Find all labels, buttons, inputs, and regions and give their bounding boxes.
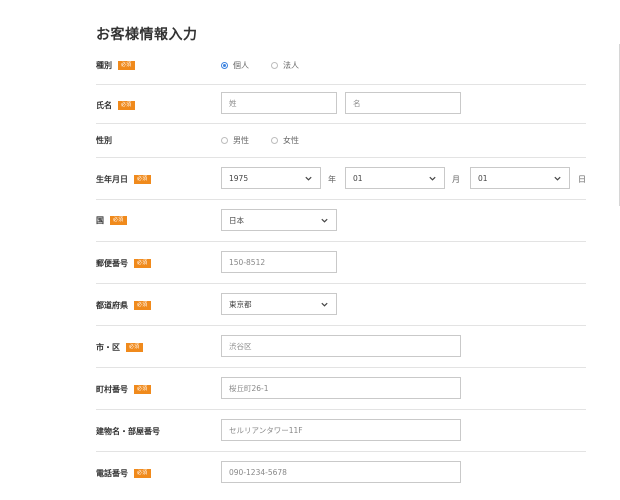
prefecture-select[interactable]: 東京都 (221, 293, 337, 315)
required-badge: 必須 (134, 259, 151, 268)
type-radio-corporate[interactable]: 法人 (271, 60, 299, 71)
required-badge: 必須 (134, 175, 151, 184)
birth-year-select[interactable]: 1975 (221, 167, 321, 189)
phone-input[interactable]: 090-1234-5678 (221, 461, 461, 483)
phone-label: 電話番号 (96, 469, 128, 478)
row-gender: 性別 男性 女性 (96, 124, 586, 158)
type-radio-group: 個人 法人 (221, 60, 299, 71)
country-label-wrap: 国 必須 (96, 215, 127, 226)
building-label: 建物名・部屋番号 (96, 427, 160, 436)
radio-selected-icon (221, 62, 228, 69)
city-input[interactable]: 渋谷区 (221, 335, 461, 357)
chevron-down-icon (305, 176, 312, 181)
required-badge: 必須 (110, 216, 127, 225)
row-birthdate: 生年月日 必須 1975 年 01 月 01 日 (96, 158, 586, 200)
first-name-input[interactable]: 名 (345, 92, 461, 114)
city-label: 市・区 (96, 343, 120, 352)
birthdate-label: 生年月日 (96, 175, 128, 184)
gender-label-wrap: 性別 (96, 135, 112, 146)
gender-option-female-label: 女性 (283, 136, 299, 145)
gender-label: 性別 (96, 136, 112, 145)
row-prefecture: 都道府県 必須 東京都 (96, 284, 586, 326)
chevron-down-icon (321, 302, 328, 307)
building-input[interactable]: セルリアンタワー11F (221, 419, 461, 441)
gender-radio-female[interactable]: 女性 (271, 135, 299, 146)
type-radio-individual[interactable]: 個人 (221, 60, 249, 71)
name-label-wrap: 氏名 必須 (96, 100, 135, 111)
required-badge: 必須 (134, 385, 151, 394)
postal-code-input[interactable]: 150-8512 (221, 251, 337, 273)
customer-info-form: 種別 必須 個人 法人 氏名 必須 姓 名 性別 男性 女性 生年月日 必須 1… (96, 46, 586, 493)
chevron-down-icon (321, 218, 328, 223)
month-unit: 月 (452, 175, 460, 184)
gender-radio-male[interactable]: 男性 (221, 135, 249, 146)
row-building: 建物名・部屋番号 セルリアンタワー11F (96, 410, 586, 452)
prefecture-label: 都道府県 (96, 301, 128, 310)
chevron-down-icon (429, 176, 436, 181)
radio-unselected-icon (271, 137, 278, 144)
prefecture-value: 東京都 (229, 299, 252, 309)
required-badge: 必須 (118, 61, 135, 70)
row-country: 国 必須 日本 (96, 200, 586, 242)
row-postal: 郵便番号 必須 150-8512 (96, 242, 586, 284)
type-option-individual-label: 個人 (233, 61, 249, 70)
name-label: 氏名 (96, 101, 112, 110)
phone-label-wrap: 電話番号 必須 (96, 468, 151, 479)
birth-year-value: 1975 (229, 173, 249, 183)
required-badge: 必須 (134, 469, 151, 478)
required-badge: 必須 (118, 101, 135, 110)
building-label-wrap: 建物名・部屋番号 (96, 426, 160, 437)
row-phone: 電話番号 必須 090-1234-5678 (96, 452, 586, 493)
type-label: 種別 (96, 61, 112, 70)
town-label-wrap: 町村番号 必須 (96, 384, 151, 395)
radio-unselected-icon (221, 137, 228, 144)
birth-day-select[interactable]: 01 (470, 167, 570, 189)
type-label-wrap: 種別 必須 (96, 60, 135, 71)
chevron-down-icon (554, 176, 561, 181)
row-type: 種別 必須 個人 法人 (96, 46, 586, 85)
required-badge: 必須 (126, 343, 143, 352)
page-title: お客様情報入力 (96, 27, 198, 43)
country-value: 日本 (229, 215, 244, 225)
postal-label-wrap: 郵便番号 必須 (96, 258, 151, 269)
gender-radio-group: 男性 女性 (221, 135, 299, 146)
city-label-wrap: 市・区 必須 (96, 342, 143, 353)
row-town: 町村番号 必須 桜丘町26-1 (96, 368, 586, 410)
row-name: 氏名 必須 姓 名 (96, 85, 586, 124)
country-label: 国 (96, 216, 104, 225)
town-input[interactable]: 桜丘町26-1 (221, 377, 461, 399)
birthdate-label-wrap: 生年月日 必須 (96, 174, 151, 185)
gender-option-male-label: 男性 (233, 136, 249, 145)
last-name-input[interactable]: 姓 (221, 92, 337, 114)
birth-month-value: 01 (353, 173, 363, 183)
prefecture-label-wrap: 都道府県 必須 (96, 300, 151, 311)
day-unit: 日 (578, 175, 586, 184)
birth-day-value: 01 (478, 173, 488, 183)
town-label: 町村番号 (96, 385, 128, 394)
year-unit: 年 (328, 175, 336, 184)
country-select[interactable]: 日本 (221, 209, 337, 231)
type-option-corporate-label: 法人 (283, 61, 299, 70)
postal-label: 郵便番号 (96, 259, 128, 268)
row-city: 市・区 必須 渋谷区 (96, 326, 586, 368)
birth-month-select[interactable]: 01 (345, 167, 445, 189)
radio-unselected-icon (271, 62, 278, 69)
required-badge: 必須 (134, 301, 151, 310)
